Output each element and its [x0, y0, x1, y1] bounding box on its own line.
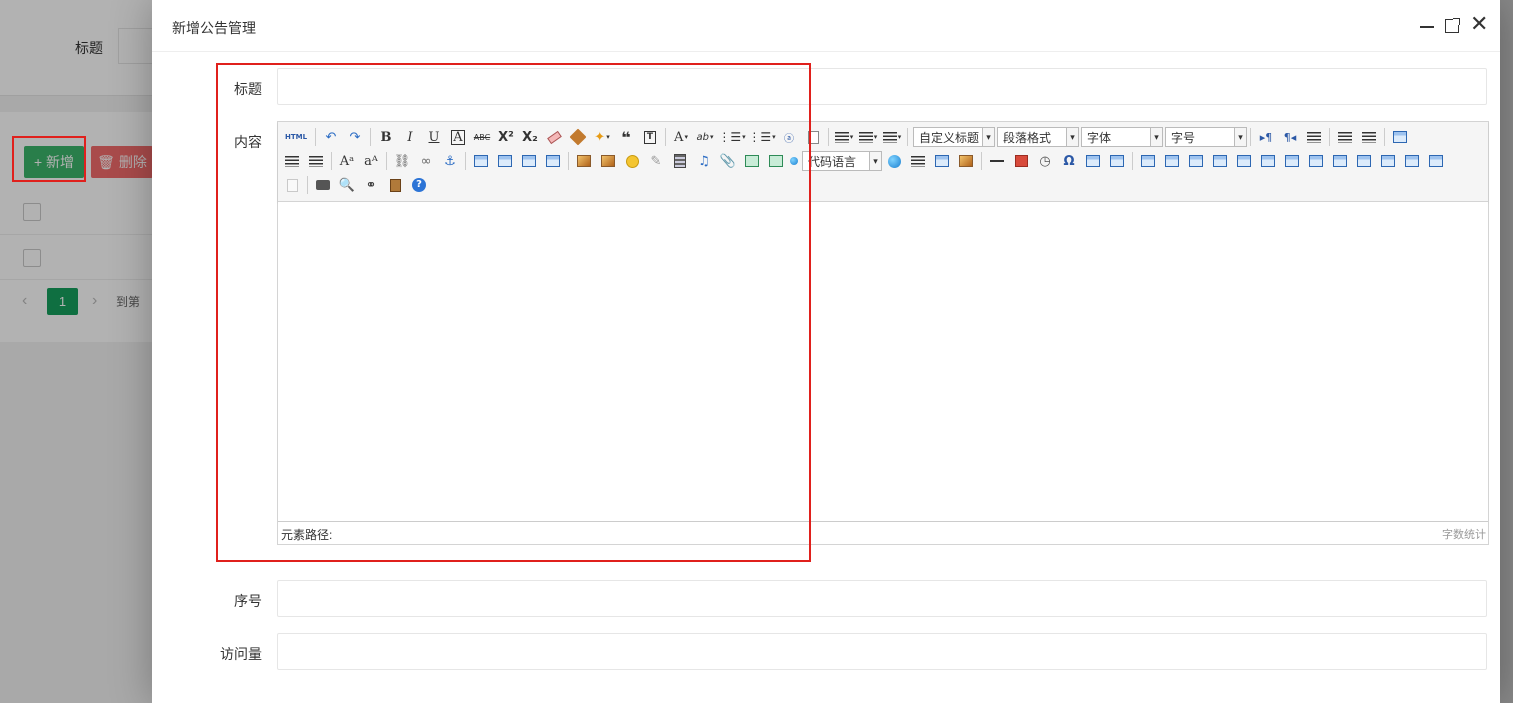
toolbar-separator — [981, 152, 982, 170]
minimize-icon[interactable] — [1420, 26, 1434, 28]
views-field-label: 访问量 — [220, 646, 262, 662]
insert-row-icon[interactable] — [1210, 151, 1230, 171]
special-chars-icon[interactable]: Ω — [1059, 151, 1079, 171]
align-left-icon[interactable] — [1335, 127, 1355, 147]
insert-table-icon[interactable] — [1138, 151, 1158, 171]
order-field-label: 序号 — [234, 593, 262, 609]
page-break-icon[interactable] — [908, 151, 928, 171]
heading-select[interactable]: 自定义标题 — [913, 127, 995, 147]
maximize-icon[interactable] — [1445, 18, 1460, 33]
delete-table-icon[interactable] — [1162, 151, 1182, 171]
align-center-icon[interactable] — [1359, 127, 1379, 147]
table-icon — [1357, 155, 1371, 167]
scroll-strip — [1500, 0, 1513, 703]
table-icon — [1429, 155, 1443, 167]
toolbar-separator — [828, 128, 829, 146]
font-family-select[interactable]: 字体 — [1081, 127, 1163, 147]
views-input[interactable] — [277, 633, 1487, 670]
close-icon[interactable]: ✕ — [1470, 14, 1488, 36]
table-icon — [1261, 155, 1275, 167]
table-icon — [1285, 155, 1299, 167]
delete-col-icon[interactable] — [1282, 151, 1302, 171]
table-icon — [1165, 155, 1179, 167]
toolbar-separator — [1132, 152, 1133, 170]
background-icon[interactable] — [956, 151, 976, 171]
split-rows-icon[interactable] — [1402, 151, 1422, 171]
table-icon — [1213, 155, 1227, 167]
order-input[interactable] — [277, 580, 1487, 617]
preview-monitor-icon[interactable] — [1390, 127, 1410, 147]
lines-icon — [1307, 131, 1321, 143]
horizontal-rule-icon[interactable] — [987, 151, 1007, 171]
wordimage-icon[interactable] — [1083, 151, 1103, 171]
split-cells-icon[interactable] — [1378, 151, 1398, 171]
image-icon — [959, 155, 973, 167]
template-icon[interactable] — [932, 151, 952, 171]
toolbar-separator — [1329, 128, 1330, 146]
indent-icon[interactable] — [1304, 127, 1324, 147]
paragraph-select[interactable]: 段落格式 — [997, 127, 1079, 147]
merge-down-icon[interactable] — [1354, 151, 1374, 171]
add-button-highlight — [12, 136, 86, 182]
word-count-label: 字数统计 — [1442, 529, 1486, 541]
table-icon — [1309, 155, 1323, 167]
merge-right-icon[interactable] — [1330, 151, 1350, 171]
template-frame-icon — [935, 155, 949, 167]
line-height-icon[interactable]: ▾ — [882, 127, 902, 147]
web-app-icon[interactable] — [884, 151, 904, 171]
table-icon — [1405, 155, 1419, 167]
time-icon[interactable]: ◷ — [1035, 151, 1055, 171]
font-size-select[interactable]: 字号 — [1165, 127, 1247, 147]
code-language-select[interactable]: 代码语言 — [802, 151, 882, 171]
dialog-title: 新增公告管理 — [172, 20, 256, 36]
lines-icon — [911, 155, 925, 167]
window-icon — [1086, 155, 1100, 167]
table-icon — [1237, 155, 1251, 167]
lines-icon — [1338, 131, 1352, 143]
form-highlight — [216, 63, 811, 562]
merge-cells-icon[interactable] — [1306, 151, 1326, 171]
lines-icon — [834, 131, 849, 143]
row-spacing-top-icon[interactable]: ▾ — [834, 127, 854, 147]
insert-paragraph-before-table-icon[interactable] — [1186, 151, 1206, 171]
toolbar-separator — [907, 128, 908, 146]
direction-rtl-icon[interactable]: ¶◂ — [1280, 127, 1300, 147]
dialog-header: 新增公告管理 ✕ — [152, 0, 1500, 52]
date-icon[interactable] — [1011, 151, 1031, 171]
lines-icon — [882, 131, 897, 143]
lines-icon — [858, 131, 873, 143]
window-icon — [1110, 155, 1124, 167]
insert-col-icon[interactable] — [1258, 151, 1278, 171]
calendar-icon — [1014, 155, 1028, 167]
table-icon — [1141, 155, 1155, 167]
edittip-icon[interactable] — [1107, 151, 1127, 171]
direction-ltr-icon[interactable]: ▸¶ — [1256, 127, 1276, 147]
table-icon — [1381, 155, 1395, 167]
table-icon — [1189, 155, 1203, 167]
table-icon — [1333, 155, 1347, 167]
globe-icon — [887, 154, 901, 168]
row-spacing-bottom-icon[interactable]: ▾ — [858, 127, 878, 147]
monitor-icon — [1393, 131, 1407, 143]
split-cols-icon[interactable] — [1426, 151, 1446, 171]
toolbar-separator — [1384, 128, 1385, 146]
delete-row-icon[interactable] — [1234, 151, 1254, 171]
lines-icon — [1362, 131, 1376, 143]
toolbar-separator — [1250, 128, 1251, 146]
